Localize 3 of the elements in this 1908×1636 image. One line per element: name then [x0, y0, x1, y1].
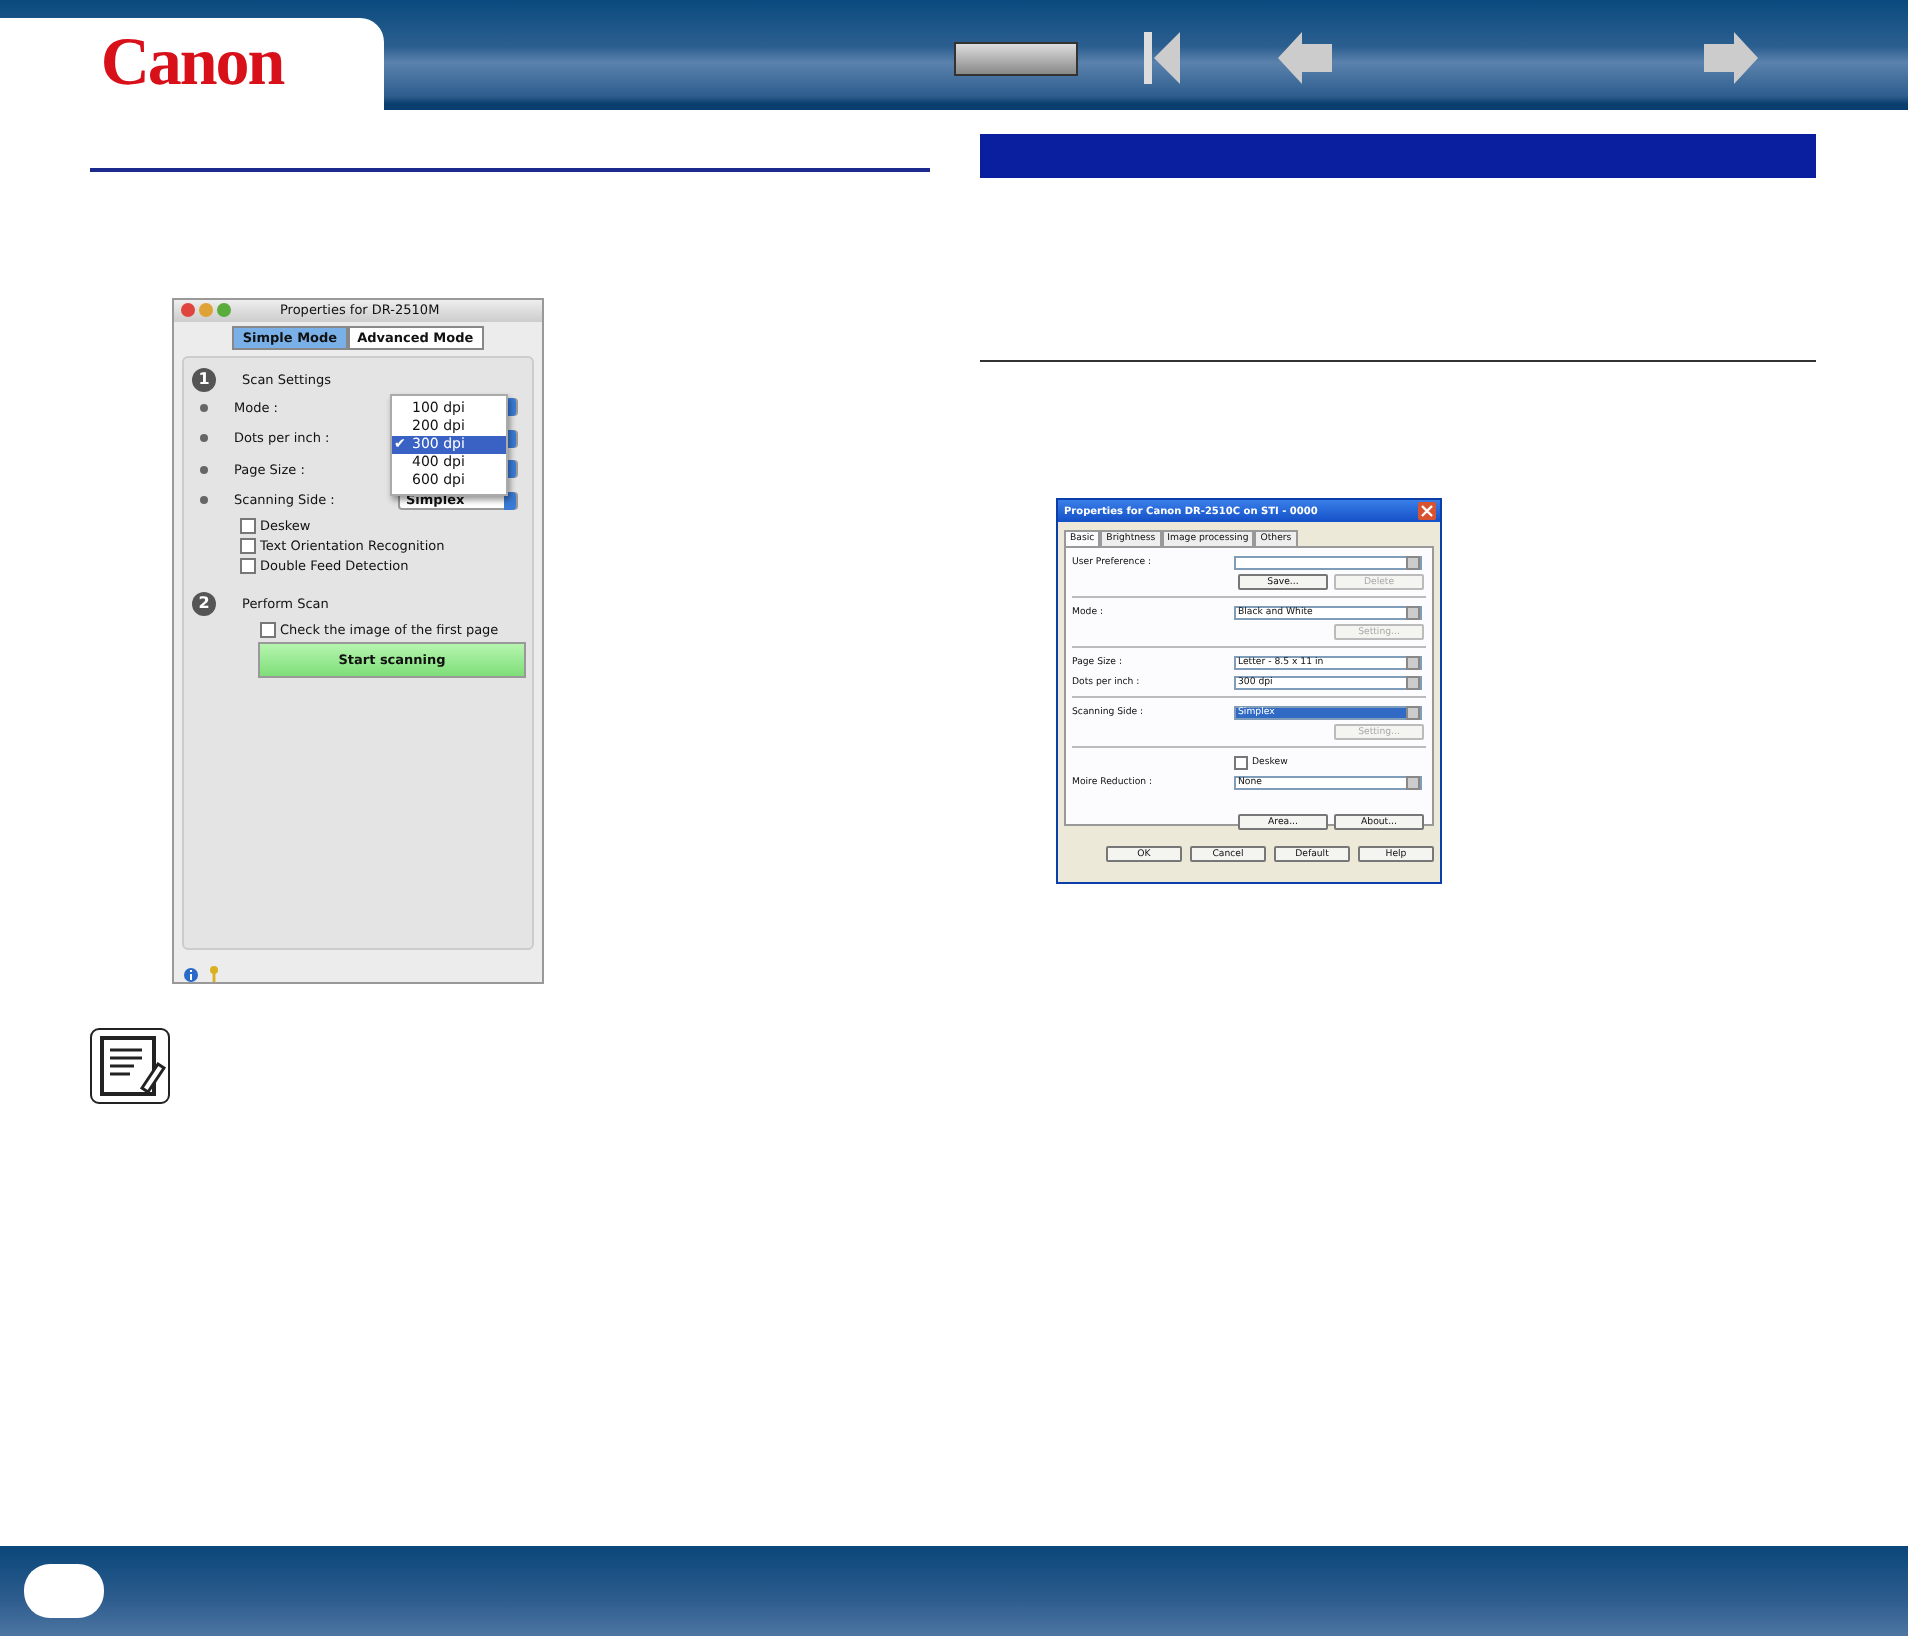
step-number: 1	[192, 367, 216, 392]
step-number: 2	[192, 591, 216, 616]
logo: Canon	[100, 26, 284, 102]
